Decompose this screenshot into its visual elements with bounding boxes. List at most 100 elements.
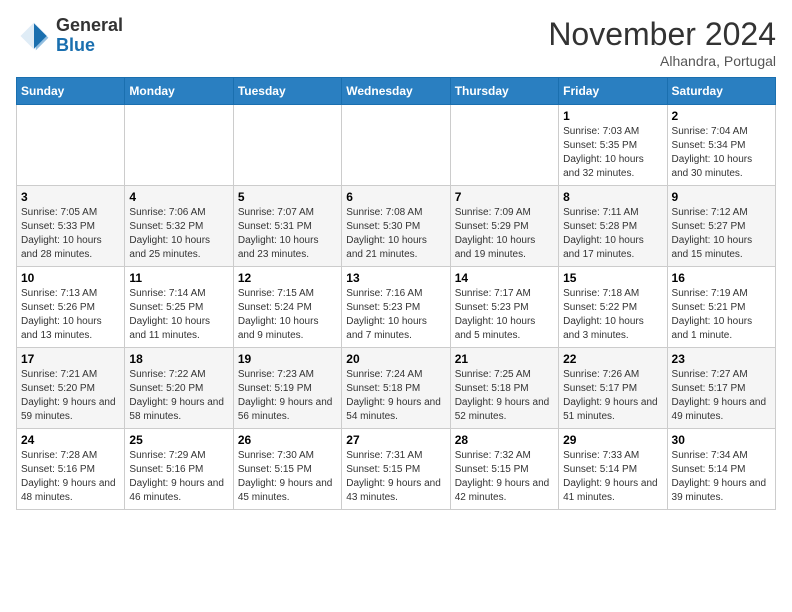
day-info: Sunrise: 7:26 AM Sunset: 5:17 PM Dayligh… (563, 368, 662, 424)
calendar-cell: 9 Sunrise: 7:12 AM Sunset: 5:27 PM Daylig… (667, 186, 775, 267)
day-info: Sunrise: 7:09 AM Sunset: 5:29 PM Dayligh… (455, 206, 554, 262)
day-number: 3 (21, 190, 120, 204)
day-info: Sunrise: 7:27 AM Sunset: 5:17 PM Dayligh… (672, 368, 771, 424)
day-info: Sunrise: 7:05 AM Sunset: 5:33 PM Dayligh… (21, 206, 120, 262)
page-header: General Blue November 2024 Alhandra, Por… (16, 16, 776, 69)
day-number: 5 (238, 190, 337, 204)
calendar-cell: 6 Sunrise: 7:08 AM Sunset: 5:30 PM Daylig… (342, 186, 450, 267)
calendar-cell: 30 Sunrise: 7:34 AM Sunset: 5:14 PM Dayli… (667, 429, 775, 510)
day-number: 2 (672, 109, 771, 123)
calendar-cell: 8Sunrise: 7:11 AM Sunset: 5:28 PM Daylig… (559, 186, 667, 267)
day-number: 9 (672, 190, 771, 204)
day-info: Sunrise: 7:06 AM Sunset: 5:32 PM Dayligh… (129, 206, 228, 262)
day-number: 27 (346, 433, 445, 447)
day-info: Sunrise: 7:33 AM Sunset: 5:14 PM Dayligh… (563, 449, 662, 505)
day-info: Sunrise: 7:24 AM Sunset: 5:18 PM Dayligh… (346, 368, 445, 424)
day-info: Sunrise: 7:32 AM Sunset: 5:15 PM Dayligh… (455, 449, 554, 505)
calendar-week-5: 24Sunrise: 7:28 AM Sunset: 5:16 PM Dayli… (17, 429, 776, 510)
calendar-cell: 26Sunrise: 7:30 AM Sunset: 5:15 PM Dayli… (233, 429, 341, 510)
header-monday: Monday (125, 78, 233, 105)
day-number: 15 (563, 271, 662, 285)
day-info: Sunrise: 7:18 AM Sunset: 5:22 PM Dayligh… (563, 287, 662, 343)
day-number: 13 (346, 271, 445, 285)
calendar-cell: 18Sunrise: 7:22 AM Sunset: 5:20 PM Dayli… (125, 348, 233, 429)
calendar-cell: 24Sunrise: 7:28 AM Sunset: 5:16 PM Dayli… (17, 429, 125, 510)
calendar-cell: 13 Sunrise: 7:16 AM Sunset: 5:23 PM Dayli… (342, 267, 450, 348)
calendar-cell: 14 Sunrise: 7:17 AM Sunset: 5:23 PM Dayli… (450, 267, 558, 348)
day-info: Sunrise: 7:17 AM Sunset: 5:23 PM Dayligh… (455, 287, 554, 343)
day-number: 16 (672, 271, 771, 285)
calendar-cell (233, 105, 341, 186)
day-number: 30 (672, 433, 771, 447)
day-number: 14 (455, 271, 554, 285)
calendar-cell: 28 Sunrise: 7:32 AM Sunset: 5:15 PM Dayli… (450, 429, 558, 510)
calendar-cell: 2 Sunrise: 7:04 AM Sunset: 5:34 PM Daylig… (667, 105, 775, 186)
month-title: November 2024 (548, 16, 776, 53)
day-info: Sunrise: 7:21 AM Sunset: 5:20 PM Dayligh… (21, 368, 120, 424)
day-number: 6 (346, 190, 445, 204)
logo-general: General (56, 15, 123, 35)
calendar-cell: 25 Sunrise: 7:29 AM Sunset: 5:16 PM Dayli… (125, 429, 233, 510)
calendar-cell (125, 105, 233, 186)
day-info: Sunrise: 7:25 AM Sunset: 5:18 PM Dayligh… (455, 368, 554, 424)
day-number: 7 (455, 190, 554, 204)
day-info: Sunrise: 7:23 AM Sunset: 5:19 PM Dayligh… (238, 368, 337, 424)
calendar: SundayMondayTuesdayWednesdayThursdayFrid… (16, 77, 776, 510)
calendar-cell: 15 Sunrise: 7:18 AM Sunset: 5:22 PM Dayli… (559, 267, 667, 348)
header-tuesday: Tuesday (233, 78, 341, 105)
header-friday: Friday (559, 78, 667, 105)
calendar-cell (342, 105, 450, 186)
calendar-header-row: SundayMondayTuesdayWednesdayThursdayFrid… (17, 78, 776, 105)
calendar-cell: 1 Sunrise: 7:03 AM Sunset: 5:35 PM Daylig… (559, 105, 667, 186)
calendar-week-3: 10Sunrise: 7:13 AM Sunset: 5:26 PM Dayli… (17, 267, 776, 348)
calendar-cell: 23Sunrise: 7:27 AM Sunset: 5:17 PM Dayli… (667, 348, 775, 429)
logo-icon (16, 18, 52, 54)
day-info: Sunrise: 7:29 AM Sunset: 5:16 PM Dayligh… (129, 449, 228, 505)
calendar-week-1: 1 Sunrise: 7:03 AM Sunset: 5:35 PM Daylig… (17, 105, 776, 186)
calendar-cell: 16 Sunrise: 7:19 AM Sunset: 5:21 PM Dayli… (667, 267, 775, 348)
day-info: Sunrise: 7:13 AM Sunset: 5:26 PM Dayligh… (21, 287, 120, 343)
day-number: 22 (563, 352, 662, 366)
calendar-cell: 27 Sunrise: 7:31 AM Sunset: 5:15 PM Dayli… (342, 429, 450, 510)
day-number: 25 (129, 433, 228, 447)
day-info: Sunrise: 7:08 AM Sunset: 5:30 PM Dayligh… (346, 206, 445, 262)
day-number: 11 (129, 271, 228, 285)
calendar-cell: 22 Sunrise: 7:26 AM Sunset: 5:17 PM Dayli… (559, 348, 667, 429)
day-number: 26 (238, 433, 337, 447)
logo: General Blue (16, 16, 123, 56)
header-wednesday: Wednesday (342, 78, 450, 105)
calendar-cell: 12Sunrise: 7:15 AM Sunset: 5:24 PM Dayli… (233, 267, 341, 348)
day-info: Sunrise: 7:16 AM Sunset: 5:23 PM Dayligh… (346, 287, 445, 343)
calendar-cell: 10Sunrise: 7:13 AM Sunset: 5:26 PM Dayli… (17, 267, 125, 348)
day-info: Sunrise: 7:28 AM Sunset: 5:16 PM Dayligh… (21, 449, 120, 505)
calendar-cell: 19Sunrise: 7:23 AM Sunset: 5:19 PM Dayli… (233, 348, 341, 429)
calendar-cell: 11 Sunrise: 7:14 AM Sunset: 5:25 PM Dayli… (125, 267, 233, 348)
day-info: Sunrise: 7:04 AM Sunset: 5:34 PM Dayligh… (672, 125, 771, 181)
day-number: 8 (563, 190, 662, 204)
calendar-cell: 17 Sunrise: 7:21 AM Sunset: 5:20 PM Dayli… (17, 348, 125, 429)
day-number: 28 (455, 433, 554, 447)
day-number: 4 (129, 190, 228, 204)
logo-blue: Blue (56, 35, 95, 55)
day-info: Sunrise: 7:34 AM Sunset: 5:14 PM Dayligh… (672, 449, 771, 505)
day-number: 29 (563, 433, 662, 447)
calendar-cell: 20 Sunrise: 7:24 AM Sunset: 5:18 PM Dayli… (342, 348, 450, 429)
day-info: Sunrise: 7:31 AM Sunset: 5:15 PM Dayligh… (346, 449, 445, 505)
calendar-week-2: 3 Sunrise: 7:05 AM Sunset: 5:33 PM Daylig… (17, 186, 776, 267)
day-number: 21 (455, 352, 554, 366)
day-number: 20 (346, 352, 445, 366)
day-info: Sunrise: 7:22 AM Sunset: 5:20 PM Dayligh… (129, 368, 228, 424)
header-thursday: Thursday (450, 78, 558, 105)
day-number: 17 (21, 352, 120, 366)
title-section: November 2024 Alhandra, Portugal (548, 16, 776, 69)
calendar-cell: 7 Sunrise: 7:09 AM Sunset: 5:29 PM Daylig… (450, 186, 558, 267)
day-info: Sunrise: 7:19 AM Sunset: 5:21 PM Dayligh… (672, 287, 771, 343)
calendar-cell: 4 Sunrise: 7:06 AM Sunset: 5:32 PM Daylig… (125, 186, 233, 267)
day-number: 1 (563, 109, 662, 123)
day-info: Sunrise: 7:14 AM Sunset: 5:25 PM Dayligh… (129, 287, 228, 343)
calendar-cell: 3 Sunrise: 7:05 AM Sunset: 5:33 PM Daylig… (17, 186, 125, 267)
day-info: Sunrise: 7:12 AM Sunset: 5:27 PM Dayligh… (672, 206, 771, 262)
calendar-cell: 21 Sunrise: 7:25 AM Sunset: 5:18 PM Dayli… (450, 348, 558, 429)
logo-text: General Blue (56, 16, 123, 56)
day-info: Sunrise: 7:03 AM Sunset: 5:35 PM Dayligh… (563, 125, 662, 181)
